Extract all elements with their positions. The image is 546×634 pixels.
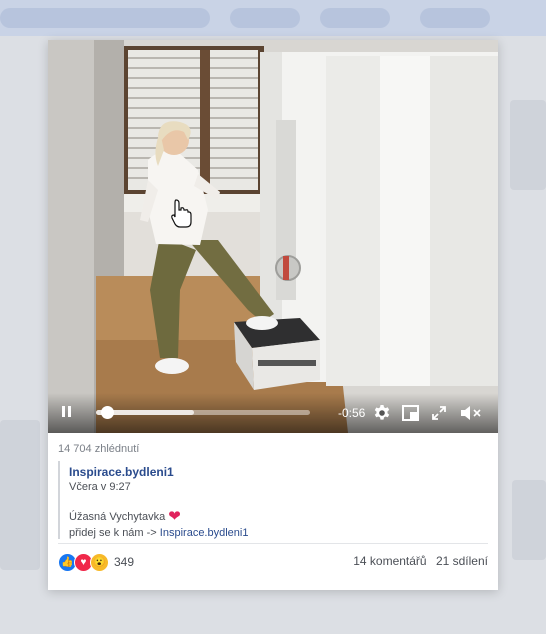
picture-in-picture-icon[interactable] (402, 405, 419, 421)
background-nav-pill (420, 8, 490, 28)
post-text-content: Úžasná Vychytavka (69, 511, 166, 523)
join-line: přidej se k nám -> Inspirace.bydleni1 (69, 527, 489, 539)
reaction-count: 349 (114, 555, 135, 569)
gear-icon[interactable] (373, 404, 391, 422)
divider (58, 543, 488, 544)
page-name-link[interactable]: Inspirace.bydleni1 (69, 465, 489, 479)
progress-bar[interactable] (96, 406, 310, 419)
wow-reaction-icon: 😮 (90, 552, 109, 572)
heart-emoji-icon: ❤ (168, 508, 181, 525)
join-text: přidej se k nám -> (69, 527, 157, 539)
background-nav-pill (320, 8, 390, 28)
background-search-bar (0, 8, 210, 28)
time-remaining: -0:56 (338, 406, 366, 420)
background-left-block (0, 420, 40, 570)
reactions-summary[interactable]: 👍 ♥ 😮 349 (58, 551, 134, 573)
video-frame (48, 40, 498, 433)
post-stats: 14 komentářů 21 sdílení (347, 554, 488, 568)
progress-knob[interactable] (100, 406, 114, 419)
post-timestamp[interactable]: Včera v 9:27 (69, 481, 489, 493)
post-text: Úžasná Vychytavka ❤ (69, 507, 489, 525)
view-count: 14 704 zhlédnutí (58, 443, 140, 455)
background-nav-pill (230, 8, 300, 28)
join-link[interactable]: Inspirace.bydleni1 (160, 527, 249, 539)
post-info: 14 704 zhlédnutí Inspirace.bydleni1 Včer… (48, 433, 498, 590)
fullscreen-icon[interactable] (432, 406, 446, 420)
pause-icon[interactable] (60, 405, 74, 419)
background-sidebar-block (510, 100, 546, 190)
shared-post: Inspirace.bydleni1 Včera v 9:27 Úžasná V… (58, 461, 489, 539)
comments-count[interactable]: 14 komentářů (353, 554, 426, 568)
post-card: -0:56 14 704 zhlédnutí Inspirace.bydleni… (48, 40, 498, 590)
background-sidebar-block (512, 480, 546, 560)
background-top-bar (0, 0, 546, 36)
volume-muted-icon[interactable] (460, 405, 482, 421)
shares-count[interactable]: 21 sdílení (436, 554, 488, 568)
video-controls: -0:56 (48, 393, 498, 433)
video-player[interactable]: -0:56 (48, 40, 498, 433)
